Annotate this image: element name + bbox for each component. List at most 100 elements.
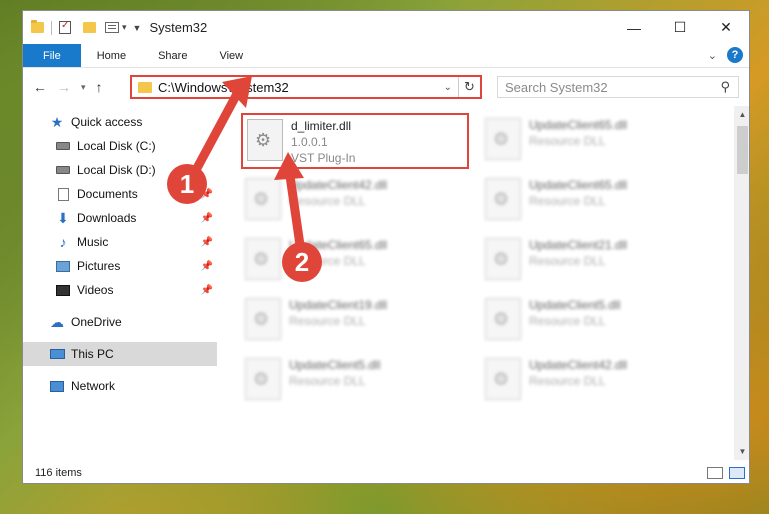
sidebar-item-label: Pictures <box>77 259 121 273</box>
network-icon <box>49 379 65 393</box>
sidebar-item-label: Local Disk (C:) <box>77 139 156 153</box>
sidebar-item-label: Quick access <box>71 115 143 129</box>
pin-icon[interactable]: 📌 <box>201 261 213 272</box>
scrollbar-thumb[interactable] <box>737 126 748 174</box>
pin-icon[interactable]: 📌 <box>201 285 213 296</box>
drive-icon <box>55 163 71 177</box>
file-item[interactable]: UpdateClient5.dll Resource DLL <box>231 354 461 412</box>
file-item[interactable]: UpdateClient42.dll Resource DLL <box>471 354 701 412</box>
file-details: UpdateClient5.dll Resource DLL <box>289 357 380 389</box>
file-type: Resource DLL <box>529 134 606 148</box>
file-item[interactable]: UpdateClient42.dll Resource DLL <box>231 174 461 232</box>
search-icon[interactable]: ⚲ <box>720 79 730 95</box>
dll-file-icon <box>245 238 281 280</box>
forward-arrow-icon[interactable]: → <box>57 79 71 95</box>
scroll-up-icon[interactable]: ▲ <box>734 106 749 123</box>
dll-file-icon <box>247 119 283 161</box>
expand-ribbon-icon[interactable]: ⌄ <box>708 49 717 62</box>
address-dropdown-icon[interactable]: ⌄ <box>444 82 452 93</box>
sidebar-item-quick-access[interactable]: ★ Quick access <box>23 110 217 134</box>
file-name: UpdateClient19.dll <box>289 298 388 312</box>
sidebar-item-videos[interactable]: Videos 📌 <box>23 278 217 302</box>
file-type: VST Plug-In <box>291 151 356 165</box>
up-arrow-icon[interactable]: ↑ <box>96 79 103 95</box>
file-item-d-limiter[interactable]: d_limiter.dll 1.0.0.1 VST Plug-In <box>241 113 469 169</box>
file-item[interactable]: UpdateClient65.dll Resource DLL <box>471 114 701 172</box>
properties-icon[interactable] <box>59 20 71 34</box>
address-path[interactable]: C:\Windows\System32 <box>158 80 444 95</box>
file-details: UpdateClient19.dll Resource DLL <box>289 297 387 329</box>
dll-file-icon <box>485 178 521 220</box>
view-toggle <box>707 466 745 479</box>
sidebar-item-downloads[interactable]: ⬇ Downloads 📌 <box>23 206 217 230</box>
dll-file-icon <box>245 358 281 400</box>
onedrive-icon: ☁ <box>50 313 64 330</box>
file-item[interactable]: UpdateClient65.dll Resource DLL <box>471 174 701 232</box>
file-details: UpdateClient5.dll Resource DLL <box>529 297 620 329</box>
tab-share[interactable]: Share <box>142 44 203 67</box>
search-box[interactable]: Search System32 ⚲ <box>497 76 739 98</box>
file-item[interactable]: UpdateClient65.dll Resource DLL <box>231 234 461 292</box>
step-badge-1: 1 <box>167 164 207 204</box>
sidebar-item-label: Downloads <box>77 211 137 225</box>
toolbar-divider <box>51 20 52 35</box>
quick-access-toolbar: ▾ ▼ <box>23 11 141 44</box>
new-folder-icon[interactable] <box>83 22 96 33</box>
close-button[interactable]: ✕ <box>703 11 749 44</box>
file-name: UpdateClient5.dll <box>529 298 621 312</box>
sidebar-item-onedrive[interactable]: ☁ OneDrive <box>23 310 217 334</box>
file-item[interactable]: UpdateClient21.dll Resource DLL <box>471 234 701 292</box>
search-input[interactable]: Search System32 <box>505 80 720 95</box>
music-icon: ♪ <box>59 234 67 250</box>
explorer-body: ★ Quick access Local Disk (C:) Local Dis… <box>23 106 749 460</box>
sidebar-item-local-disk-c[interactable]: Local Disk (C:) <box>23 134 217 158</box>
folder-icon[interactable] <box>31 20 44 33</box>
pin-icon[interactable]: 📌 <box>201 237 213 248</box>
sidebar-item-pictures[interactable]: Pictures 📌 <box>23 254 217 278</box>
chevron-down-icon[interactable]: ▾ <box>122 22 127 33</box>
recent-locations-icon[interactable]: ▾ <box>81 82 86 93</box>
sidebar-item-network[interactable]: Network <box>23 374 217 398</box>
sidebar-item-label: Network <box>71 379 116 393</box>
vertical-scrollbar[interactable]: ▲ ▼ <box>734 106 749 460</box>
this-pc-icon <box>49 347 65 361</box>
minimize-button[interactable]: — <box>611 11 657 44</box>
address-bar[interactable]: C:\Windows\System32 ⌄ ↻ <box>130 75 482 99</box>
customize-toolbar-icon[interactable]: ▼ <box>133 23 142 33</box>
file-list: d_limiter.dll 1.0.0.1 VST Plug-In Update… <box>227 106 734 460</box>
tab-home[interactable]: Home <box>81 44 142 67</box>
tab-file[interactable]: File <box>23 44 81 67</box>
pin-icon[interactable]: 📌 <box>201 213 213 224</box>
large-icons-view-icon[interactable] <box>729 466 745 479</box>
help-icon[interactable]: ? <box>727 47 743 63</box>
details-view-icon[interactable] <box>707 466 723 479</box>
view-options-icon[interactable] <box>105 22 119 33</box>
sidebar-item-this-pc[interactable]: This PC <box>23 342 217 366</box>
file-type: Resource DLL <box>289 314 366 328</box>
folder-icon <box>138 81 152 93</box>
ribbon-tabs: File Home Share View ⌄ ? <box>23 44 749 68</box>
file-name: UpdateClient21.dll <box>529 238 628 252</box>
sidebar-item-label: Videos <box>77 283 114 297</box>
ribbon-right: ⌄ ? <box>708 47 743 63</box>
title-bar: ▾ ▼ System32 — ☐ ✕ <box>23 11 749 44</box>
drive-icon <box>55 139 71 153</box>
file-version: 1.0.0.1 <box>291 135 328 149</box>
tab-view[interactable]: View <box>203 44 259 67</box>
scroll-down-icon[interactable]: ▼ <box>734 443 749 460</box>
refresh-icon[interactable]: ↻ <box>458 77 480 97</box>
back-arrow-icon[interactable]: ← <box>33 79 47 95</box>
dll-file-icon <box>485 358 521 400</box>
file-item[interactable]: UpdateClient5.dll Resource DLL <box>471 294 701 352</box>
downloads-icon: ⬇ <box>57 209 69 226</box>
maximize-button[interactable]: ☐ <box>657 11 703 44</box>
file-type: Resource DLL <box>529 254 606 268</box>
sidebar-item-music[interactable]: ♪ Music 📌 <box>23 230 217 254</box>
dll-file-icon <box>245 298 281 340</box>
file-item[interactable]: UpdateClient19.dll Resource DLL <box>231 294 461 352</box>
file-name: d_limiter.dll <box>291 119 352 133</box>
dll-file-icon <box>485 118 521 160</box>
file-type: Resource DLL <box>529 194 606 208</box>
navigation-bar: ← → ▾ ↑ C:\Windows\System32 ⌄ ↻ Search S… <box>23 68 749 106</box>
file-details: d_limiter.dll 1.0.0.1 VST Plug-In <box>291 118 355 166</box>
